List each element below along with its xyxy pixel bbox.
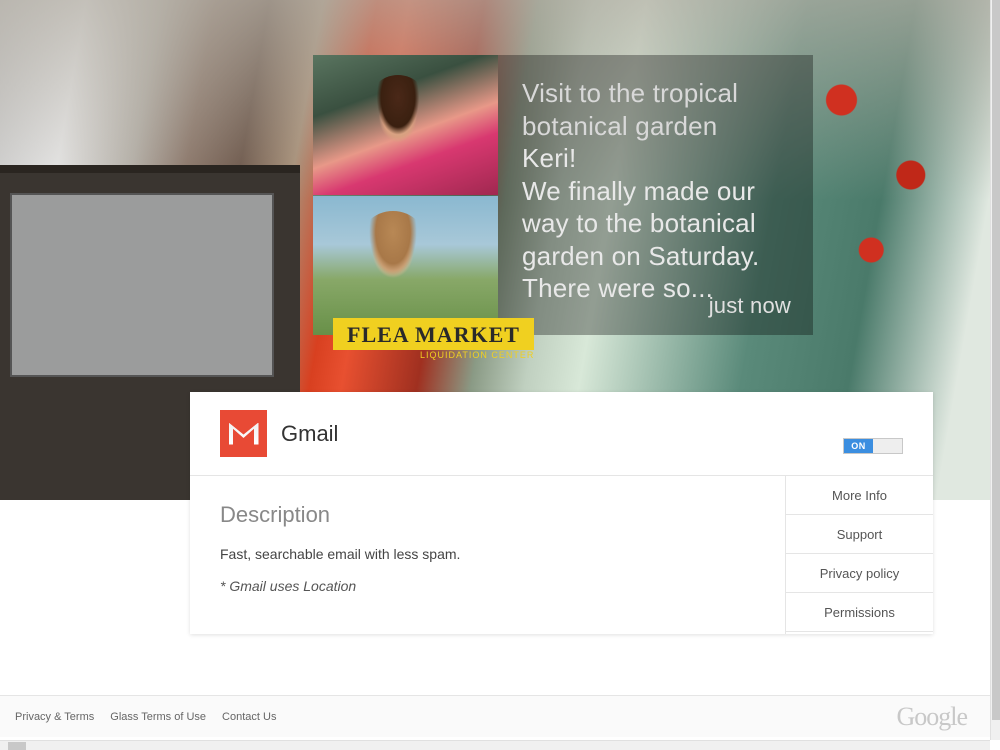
toggle-switch[interactable]: ON	[843, 438, 903, 454]
flea-market-subtext: LIQUIDATION CENTER	[420, 350, 534, 360]
google-logo: Google	[896, 702, 967, 732]
sidelink-support[interactable]: Support	[786, 515, 933, 554]
horizontal-scrollbar-thumb[interactable]	[8, 742, 26, 750]
sidelink-privacy-policy[interactable]: Privacy policy	[786, 554, 933, 593]
footer-link-privacy[interactable]: Privacy & Terms	[15, 711, 94, 723]
glass-photo-1	[313, 55, 498, 196]
app-card: Gmail ON Description Fast, searchable em…	[190, 392, 933, 634]
footer: Privacy & Terms Glass Terms of Use Conta…	[0, 695, 990, 737]
vertical-scrollbar[interactable]	[990, 0, 1000, 740]
glass-timestamp: just now	[709, 292, 791, 320]
horizontal-scrollbar[interactable]	[0, 740, 990, 750]
footer-link-glass-terms[interactable]: Glass Terms of Use	[110, 711, 206, 723]
gmail-icon	[220, 410, 267, 457]
glass-photos	[313, 55, 498, 335]
footer-link-contact[interactable]: Contact Us	[222, 711, 276, 723]
description-note: * Gmail uses Location	[220, 578, 755, 594]
side-links: More Info Support Privacy policy Permiss…	[785, 476, 933, 634]
card-body: Description Fast, searchable email with …	[190, 476, 933, 634]
toggle-off-side	[873, 439, 902, 453]
glass-photo-2	[313, 196, 498, 336]
description-text: Fast, searchable email with less spam.	[220, 546, 755, 562]
glass-title: Visit to the tropical botanical garden	[522, 77, 793, 142]
card-header: Gmail ON	[190, 392, 933, 476]
description-heading: Description	[220, 502, 755, 528]
sidelink-more-info[interactable]: More Info	[786, 476, 933, 515]
page: Visit to the tropical botanical garden K…	[0, 0, 1000, 750]
glass-greeting: Keri!	[522, 142, 793, 175]
toggle-on-label: ON	[844, 439, 873, 453]
description-section: Description Fast, searchable email with …	[190, 476, 785, 634]
vertical-scrollbar-thumb[interactable]	[992, 0, 1000, 720]
flea-market-sign: FLEA MARKET	[333, 318, 534, 350]
sidelink-permissions[interactable]: Permissions	[786, 593, 933, 632]
glass-card: Visit to the tropical botanical garden K…	[313, 55, 813, 335]
glass-body: We finally made our way to the botanical…	[522, 175, 793, 305]
app-title: Gmail	[281, 421, 338, 447]
glass-text: Visit to the tropical botanical garden K…	[498, 55, 813, 335]
